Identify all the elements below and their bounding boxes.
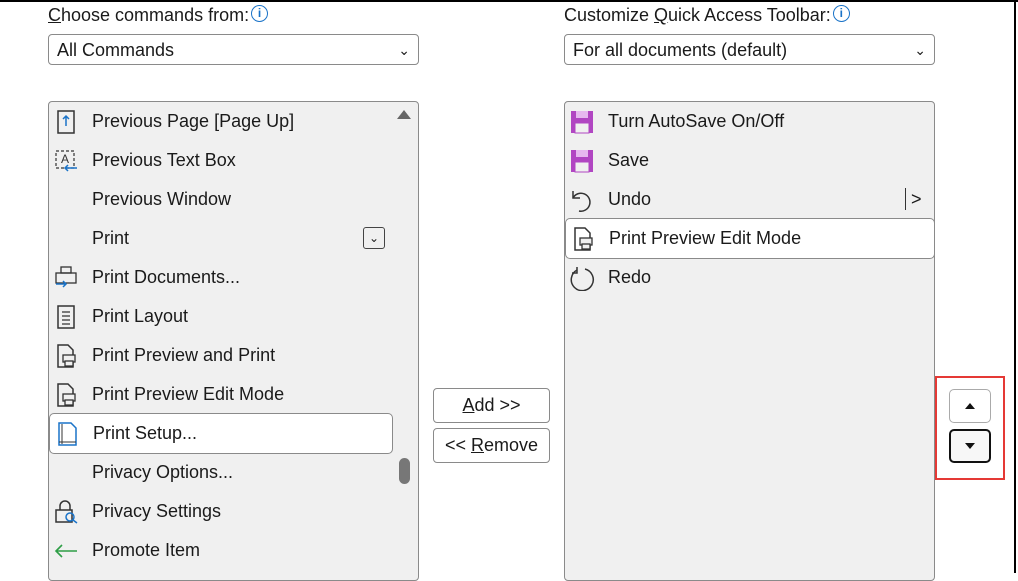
chevron-down-icon: ⌄ [398, 42, 410, 58]
list-item[interactable]: Print Preview and Print [49, 336, 379, 375]
commands-list[interactable]: Previous Page [Page Up] A Previous Text Bo… [48, 101, 419, 581]
customize-toolbar-dropdown[interactable]: For all documents (default) ⌄ [564, 34, 935, 65]
list-item-label: Print Setup... [93, 423, 198, 443]
chevron-right-icon[interactable]: > [905, 188, 922, 210]
scroll-up-icon[interactable] [397, 110, 411, 119]
list-item-label: Save [608, 150, 650, 170]
list-item-label: Previous Window [92, 189, 232, 209]
info-icon[interactable]: i [832, 5, 850, 22]
chevron-down-icon: ⌄ [914, 42, 926, 58]
undo-icon [572, 191, 591, 212]
list-item[interactable]: Print Documents... [49, 258, 379, 297]
list-item[interactable]: Print Setup... [49, 413, 393, 454]
list-item[interactable]: Redo [565, 258, 934, 297]
list-item-label: Print Layout [92, 306, 189, 326]
move-up-button[interactable] [949, 389, 991, 423]
print-setup-icon [58, 422, 77, 446]
list-item[interactable]: Privacy Settings [49, 492, 379, 531]
scrollbar-thumb[interactable] [399, 458, 410, 484]
choose-commands-dropdown[interactable]: All Commands ⌄ [48, 34, 419, 65]
list-item[interactable]: A Previous Text Box [49, 141, 379, 180]
toolbar-commands-list[interactable]: Turn AutoSave On/Off Save Undo > Print Previ… [564, 101, 935, 581]
list-item[interactable]: Print ⌄ [49, 219, 385, 258]
list-item[interactable]: Promote Item [49, 531, 379, 570]
list-item-label: Previous Text Box [92, 150, 236, 170]
page-up-icon [57, 110, 75, 134]
print-documents-icon [55, 266, 77, 288]
info-icon[interactable]: i [251, 5, 269, 22]
list-item-label: Undo [608, 189, 652, 209]
list-item-label: Print Preview Edit Mode [609, 228, 802, 248]
list-item[interactable]: Turn AutoSave On/Off [565, 102, 934, 141]
list-item[interactable]: Print Layout [49, 297, 379, 336]
list-item-label: Print Preview and Print [92, 345, 276, 365]
list-item-label: Turn AutoSave On/Off [608, 111, 785, 131]
list-item-label: Privacy Options... [92, 462, 234, 482]
print-preview-icon [57, 383, 76, 407]
window-border [0, 0, 1018, 2]
list-item-label: Privacy Settings [92, 501, 222, 521]
save-icon [571, 150, 593, 173]
add-button[interactable]: Add >> [433, 388, 550, 423]
save-icon [571, 111, 593, 134]
text-box-icon: A [55, 150, 77, 172]
window-border [1014, 0, 1016, 573]
print-layout-icon [57, 305, 75, 329]
list-item[interactable]: Previous Window [49, 180, 379, 219]
list-item[interactable]: Print Preview Edit Mode [49, 375, 379, 414]
list-item-label: Print Documents... [92, 267, 241, 287]
list-item[interactable]: Print Preview Edit Mode [565, 218, 935, 259]
list-item[interactable]: Save [565, 141, 934, 180]
move-down-button[interactable] [949, 429, 991, 463]
list-item-label: Print Preview Edit Mode [92, 384, 285, 404]
privacy-lock-icon [55, 500, 78, 524]
list-item[interactable]: Privacy Options... [49, 453, 379, 492]
list-item-label: Redo [608, 267, 652, 287]
expand-dropdown-button[interactable]: ⌄ [363, 227, 385, 249]
list-item-label: Previous Page [Page Up] [92, 111, 295, 131]
triangle-up-icon [965, 403, 975, 409]
arrow-left-icon [54, 544, 77, 558]
list-item[interactable]: Undo > [565, 180, 934, 219]
customize-toolbar-label: Customize Quick Access Toolbar: i [564, 5, 850, 26]
list-item[interactable]: Previous Page [Page Up] [49, 102, 379, 141]
list-item-label: Promote Item [92, 540, 201, 560]
triangle-down-icon [965, 443, 975, 449]
redo-icon [570, 267, 594, 291]
remove-button[interactable]: << Remove [433, 428, 550, 463]
print-preview-icon [57, 344, 76, 368]
svg-text:A: A [61, 152, 69, 166]
print-preview-icon [574, 227, 593, 251]
list-item-label: Print [92, 228, 130, 248]
choose-commands-label: Choose commands from: i [48, 5, 269, 26]
